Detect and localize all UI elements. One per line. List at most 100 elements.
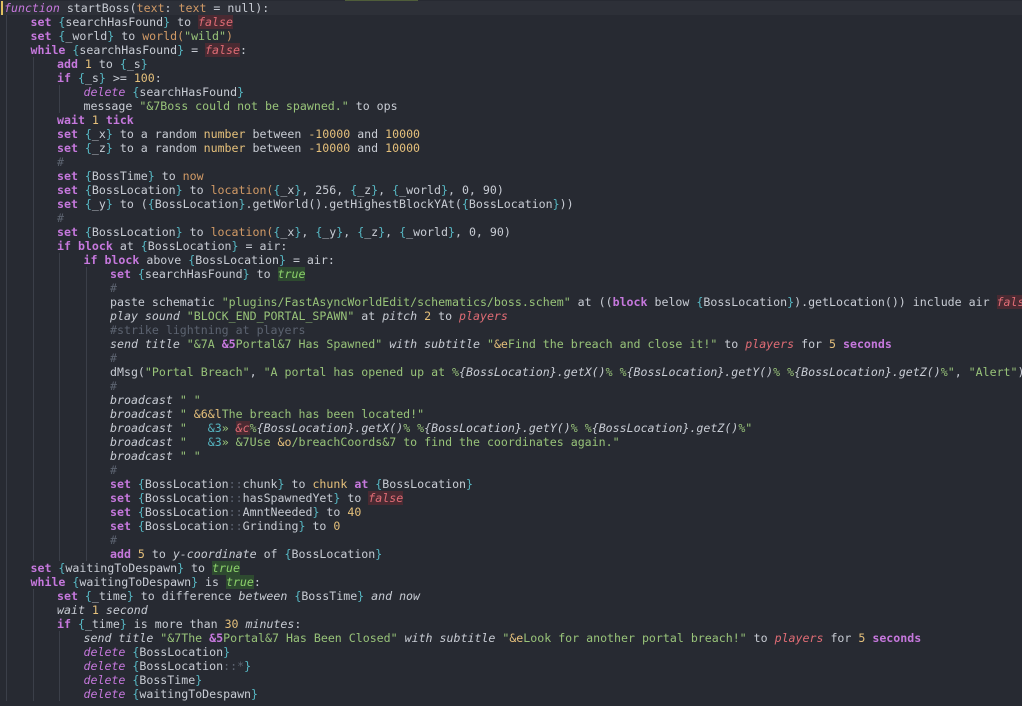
code-lines[interactable]: function startBoss(text: text = null): se… [0,1,1022,701]
code-line[interactable]: # [0,155,1022,169]
code-line[interactable]: message "&7Boss could not be spawned." t… [0,99,1022,113]
code-line[interactable]: set {BossLocation::chunk} to chunk at {B… [0,477,1022,491]
code-token: tick [98,113,134,127]
code-line[interactable]: set {_world} to world("wild") [0,29,1022,43]
code-line[interactable]: broadcast " &3» &c%{BossLocation}.getX()… [0,421,1022,435]
code-token: to [249,267,278,281]
indent-guide [6,617,7,631]
code-token: to [170,15,199,29]
code-line[interactable]: delete {searchHasFound} [0,85,1022,99]
code-line[interactable]: delete {waitingToDespawn} [0,687,1022,701]
code-line[interactable]: if {_time} is more than 30 minutes: [0,617,1022,631]
code-line[interactable]: set {BossLocation::AmntNeeded} to 40 [0,505,1022,519]
code-token: % % [570,421,592,435]
code-line[interactable]: set {_time} to difference between {BossT… [0,589,1022,603]
code-editor[interactable]: function startBoss(text: text = null): se… [0,0,1022,706]
code-token: : [164,1,179,15]
code-line[interactable]: send title "&7The &5Portal&7 Has Been Cl… [0,631,1022,645]
code-line[interactable]: # [0,533,1022,547]
code-line[interactable]: set {searchHasFound} to true [0,267,1022,281]
code-token: _y [91,197,106,211]
indent-guide [59,463,60,477]
code-line[interactable]: set {_z} to a random number between -100… [0,141,1022,155]
code-line[interactable]: add 1 to {_s} [0,57,1022,71]
code-token: # [110,379,117,393]
code-line[interactable]: broadcast " " [0,449,1022,463]
indent-guide [6,449,7,463]
code-token: wait [57,113,92,127]
code-line[interactable]: if block above {BossLocation} = air: [0,253,1022,267]
code-token: to [319,505,348,519]
indent-guide [85,505,87,519]
code-line[interactable]: if {_s} >= 100: [0,71,1022,85]
code-line[interactable]: set {_y} to ({BossLocation}.getWorld().g… [0,197,1022,211]
code-line[interactable]: play sound "BLOCK_END_PORTAL_SPAWN" at p… [0,309,1022,323]
code-line[interactable]: # [0,281,1022,295]
code-token: " " [179,393,201,407]
code-line[interactable]: broadcast " &3» &7Use &o/breachCoords&7 … [0,435,1022,449]
code-line[interactable]: set {waitingToDespawn} to true [0,561,1022,575]
code-line[interactable]: delete {BossLocation} [0,645,1022,659]
code-line[interactable]: # [0,379,1022,393]
indent-guide [32,281,34,295]
code-token: while [30,575,73,589]
code-token: startBoss( [59,1,137,15]
code-token: to [746,631,775,645]
indent-guide [6,407,7,421]
code-line[interactable]: set {BossLocation} to location({_x}, {_y… [0,225,1022,239]
code-line[interactable]: send title "&7A &5Portal&7 Has Spawned" … [0,337,1022,351]
code-line[interactable]: dMsg("Portal Breach", "A portal has open… [0,365,1022,379]
code-line[interactable]: if block at {BossLocation} = air: [0,239,1022,253]
code-line[interactable]: broadcast " &6&lThe breach has been loca… [0,407,1022,421]
code-line[interactable]: delete {BossLocation::*} [0,659,1022,673]
indent-guide [85,309,87,323]
code-line[interactable]: while {waitingToDespawn} is true: [0,575,1022,589]
indent-guide [59,267,60,281]
code-token: seconds [836,337,892,351]
code-token: "wild" [184,29,226,43]
code-line[interactable]: # [0,211,1022,225]
code-token: BossLocation [144,491,229,505]
code-line[interactable]: set {BossLocation} to location({_x}, 256… [0,183,1022,197]
indent-guide [59,379,60,393]
code-line[interactable]: paste schematic "plugins/FastAsyncWorldE… [0,295,1022,309]
code-line[interactable]: add 5 to y-coordinate of {BossLocation} [0,547,1022,561]
code-line[interactable]: wait 1 tick [0,113,1022,127]
code-line[interactable]: while {searchHasFound} = false: [0,43,1022,57]
code-token: between [245,127,309,141]
code-token: " [179,435,208,449]
indent-guide [32,99,34,113]
code-token: } [448,225,455,239]
code-token: } [237,85,245,99]
indent-guide [32,57,34,71]
code-token: _time [91,589,127,603]
code-line[interactable]: broadcast " " [0,393,1022,407]
code-line[interactable]: # [0,351,1022,365]
code-token: { [137,519,145,533]
indent-guide [85,463,87,477]
indent-guide [6,393,7,407]
code-line[interactable]: # [0,463,1022,477]
code-line[interactable]: #strike lightning at players [0,323,1022,337]
code-token: % % [605,365,627,379]
code-token: seconds [865,631,922,645]
code-token: add [57,57,85,71]
code-token: { [137,267,145,281]
code-line[interactable]: delete {BossTime} [0,673,1022,687]
code-line[interactable]: set {BossLocation::Grinding} to 0 [0,519,1022,533]
code-token: &3 [207,435,222,449]
indent-guide [6,225,7,239]
indent-guide [32,421,34,435]
code-line[interactable]: set {BossTime} to now [0,169,1022,183]
code-line[interactable]: set {searchHasFound} to false [0,15,1022,29]
code-token: { [84,183,92,197]
code-line[interactable]: set {_x} to a random number between -100… [0,127,1022,141]
indent-guide [85,351,87,365]
code-line[interactable]: wait 1 second [0,603,1022,617]
code-token: searchHasFound [65,15,164,29]
code-line[interactable]: function startBoss(text: text = null): [0,1,1022,15]
code-token: : [253,575,261,589]
code-token: Portal&7 Has Spawned" [235,337,383,351]
indent-guide [6,113,7,127]
code-line[interactable]: set {BossLocation::hasSpawnedYet} to fal… [0,491,1022,505]
